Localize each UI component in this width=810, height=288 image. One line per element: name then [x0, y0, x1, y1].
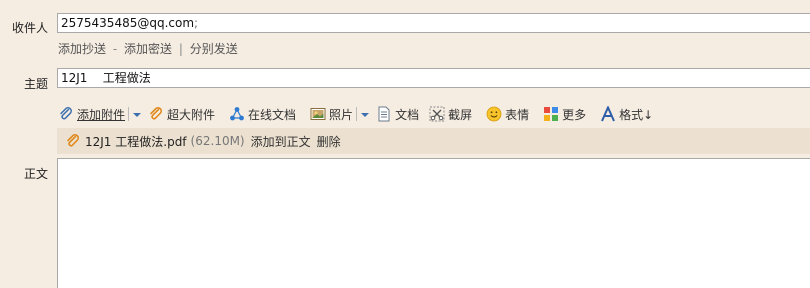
message-body-editor[interactable]: [57, 158, 810, 288]
document-icon: [376, 106, 392, 122]
paperclip-icon: [58, 106, 74, 122]
emoji-label: 表情: [505, 107, 530, 122]
insert-into-body-link[interactable]: 添加到正文: [251, 133, 311, 150]
online-doc-label: 在线文档: [248, 107, 297, 122]
photo-icon: [310, 106, 326, 122]
more-label: 更多: [562, 107, 587, 122]
paperclip-icon: [148, 106, 164, 122]
screenshot-label: 截屏: [448, 107, 473, 122]
to-field[interactable]: 2575435485@qq.com;: [57, 13, 810, 33]
link-divider: -: [112, 42, 118, 56]
body-label: 正文: [23, 167, 48, 181]
paperclip-icon: [65, 133, 81, 149]
add-cc-link[interactable]: 添加抄送: [58, 42, 106, 56]
recipient-options: 添加抄送 - 添加密送 | 分别发送: [58, 40, 238, 57]
subject-field[interactable]: 12J1 工程做法: [57, 68, 810, 88]
format-button[interactable]: 格式↓: [600, 106, 653, 123]
scissors-icon: [429, 106, 445, 122]
recipient-separator: ;: [194, 16, 199, 30]
send-separately-link[interactable]: 分别发送: [190, 42, 238, 56]
online-doc-button[interactable]: 在线文档: [229, 106, 296, 123]
attachment-filename: 12J1 工程做法.pdf: [85, 134, 187, 149]
recipient-address[interactable]: 2575435485@qq.com: [61, 16, 194, 30]
share-nodes-icon: [229, 106, 245, 122]
photo-label: 照片: [329, 107, 354, 122]
screenshot-button[interactable]: 截屏: [429, 106, 472, 123]
add-attachment-button[interactable]: 添加附件: [58, 106, 142, 123]
add-attachment-label[interactable]: 添加附件: [77, 106, 125, 123]
delete-attachment-link[interactable]: 删除: [317, 133, 341, 150]
attachment-size: (62.10M): [190, 134, 245, 148]
document-button[interactable]: 文档: [376, 106, 419, 123]
more-button[interactable]: 更多: [543, 106, 586, 123]
chevron-down-icon: [361, 112, 370, 117]
photo-dropdown[interactable]: [356, 107, 370, 121]
subject-label: 主题: [23, 77, 48, 91]
large-attachment-button[interactable]: 超大附件: [148, 106, 215, 123]
attachment-item: 12J1 工程做法.pdf (62.10M) 添加到正文 删除: [57, 128, 810, 154]
to-label: 收件人: [11, 21, 48, 35]
attachment-dropdown[interactable]: [128, 107, 142, 121]
add-bcc-link[interactable]: 添加密送: [124, 42, 172, 56]
emoji-button[interactable]: 表情: [486, 106, 529, 123]
chevron-down-icon: [133, 112, 142, 117]
large-attachment-label: 超大附件: [167, 107, 216, 122]
smiley-icon: [486, 106, 502, 122]
font-format-icon: [600, 106, 616, 122]
photo-button[interactable]: 照片: [310, 106, 370, 123]
format-label: 格式↓: [619, 107, 654, 122]
grid-icon: [543, 106, 559, 122]
link-divider: |: [178, 42, 183, 56]
subject-value[interactable]: 12J1 工程做法: [61, 71, 151, 85]
compose-toolbar: 添加附件 超大附件 在线文档 照片 文档 截屏 表情 更多 格式↓: [58, 104, 667, 124]
document-label: 文档: [395, 107, 420, 122]
